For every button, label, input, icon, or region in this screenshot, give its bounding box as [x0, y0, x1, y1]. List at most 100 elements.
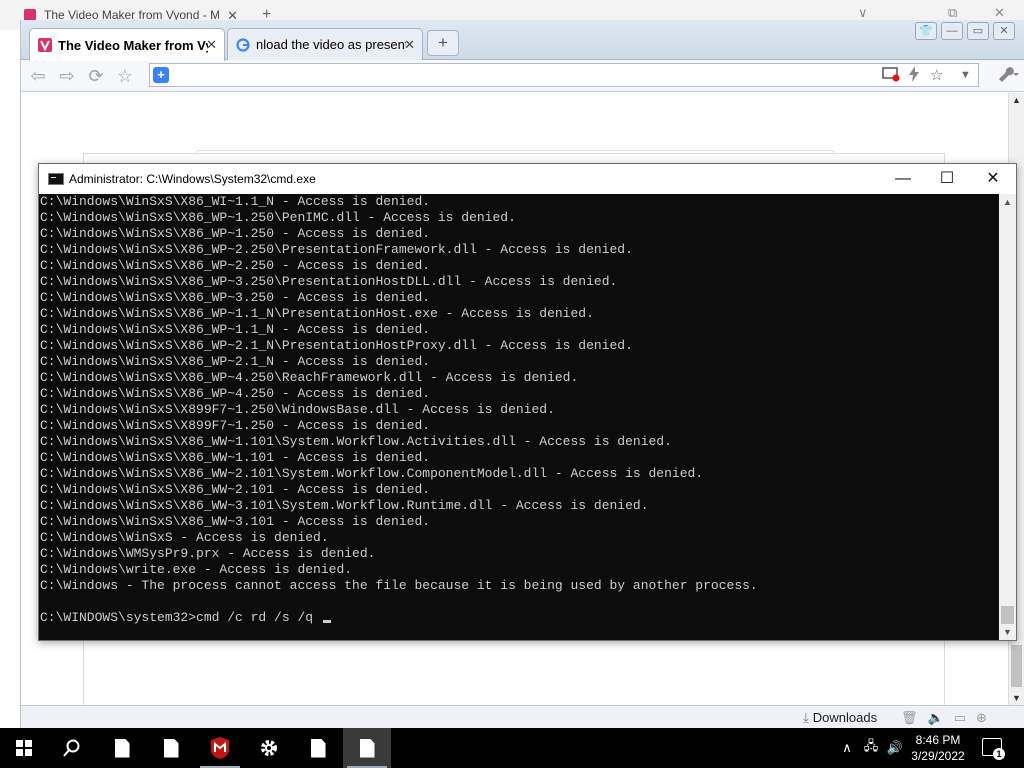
console-line: C:\Windows\WinSxS\X86_WP~3.250 - Access … [40, 290, 431, 305]
windows-logo-icon [16, 740, 32, 756]
download-icon: ⤓ [803, 710, 809, 725]
background-restore-icon[interactable]: ⧉ [948, 5, 957, 21]
taskbar-mcafee[interactable] [196, 728, 244, 768]
command-prompt-line: C:\WINDOWS\system32>cmd /c rd /s /q [40, 610, 999, 626]
scroll-up-icon[interactable]: ▲ [1012, 95, 1021, 105]
console-line: C:\Windows\WinSxS\X86_WP~4.250 - Access … [40, 386, 431, 401]
cmd-scrollbar-thumb[interactable] [1001, 606, 1014, 624]
favorite-star-icon[interactable]: ☆ [930, 66, 943, 84]
shield-icon[interactable]: + [153, 67, 169, 83]
console-line: C:\Windows\WinSxS\X86_WP~4.250\ReachFram… [40, 370, 579, 385]
tab-label: The Video Maker from Vyond - M [58, 37, 208, 53]
blocked-popup-icon[interactable] [882, 66, 900, 86]
forward-arrow-icon[interactable]: ⇨ [56, 65, 78, 87]
document-icon [359, 738, 375, 758]
document-icon [310, 738, 326, 758]
lightning-icon[interactable] [908, 66, 920, 86]
console-line: C:\Windows\WinSxS\X86_WW~3.101\System.Wo… [40, 498, 649, 513]
volume-icon[interactable]: 🔊 [884, 728, 906, 768]
cmd-maximize-button[interactable]: ☐ [929, 168, 965, 190]
notification-icon[interactable]: 1 [982, 738, 1005, 760]
network-icon[interactable]: 🖧 [860, 728, 882, 768]
document-icon [114, 738, 130, 758]
clock-date: 3/29/2022 [911, 749, 965, 763]
downloads-button[interactable]: ⤓ Downloads [803, 710, 877, 726]
background-minimize-icon[interactable]: ∨ [858, 5, 868, 21]
downloads-label: Downloads [812, 710, 878, 725]
restore-button[interactable]: ▭ [967, 22, 989, 40]
trash-icon[interactable]: 🗑 [901, 710, 928, 725]
tray-chevron-icon[interactable]: ∧ [838, 728, 856, 768]
taskbar-file-4[interactable] [343, 728, 391, 768]
console-line: C:\Windows\WinSxS\X86_WP~1.1_N - Access … [40, 322, 431, 337]
minimize-button[interactable]: — [941, 22, 963, 40]
tab-close-icon[interactable]: ✕ [206, 37, 217, 53]
tab-bar: The Video Maker from Vyond - M ✕ nload t… [21, 20, 1024, 61]
console-line: C:\Windows\WinSxS\X86_WW~3.101 - Access … [40, 514, 431, 529]
cmd-titlebar[interactable]: Administrator: C:\Windows\System32\cmd.e… [39, 164, 1016, 194]
status-icons: 🗑🔈▭⊕ [901, 710, 997, 726]
new-tab-button[interactable]: + [427, 30, 459, 56]
cmd-scroll-up-icon[interactable]: ▲ [1003, 197, 1012, 207]
volume-icon[interactable]: 🔈 [928, 710, 954, 725]
start-button[interactable] [0, 728, 48, 768]
clock[interactable]: 8:46 PM 3/29/2022 [905, 732, 971, 764]
console-line: C:\Windows\WinSxS\X86_WW~2.101\System.Wo… [40, 466, 704, 481]
address-bar[interactable]: + ☆ ▼ [149, 63, 979, 87]
console-line: C:\Windows\WinSxS\X86_WP~3.250\Presentat… [40, 274, 618, 289]
console-line: C:\Windows\WinSxS\X86_WP~2.250 - Access … [40, 258, 431, 273]
console-line: C:\Windows\WinSxS\X899F7~1.250\WindowsBa… [40, 402, 555, 417]
taskbar-file-1[interactable] [98, 728, 146, 768]
search-icon [63, 739, 80, 757]
vyond-favicon-icon [38, 38, 52, 52]
cmd-close-button[interactable]: ✕ [975, 168, 1011, 190]
console-line: C:\Windows - The process cannot access t… [40, 578, 758, 593]
console-line: C:\Windows\WinSxS - Access is denied. [40, 530, 329, 545]
console-line: C:\Windows\WinSxS\X899F7~1.250 - Access … [40, 418, 431, 433]
tab-google-search[interactable]: nload the video as presentation - Google… [227, 28, 423, 60]
window-icon[interactable]: ▭ [954, 710, 976, 725]
tab-close-icon[interactable]: ✕ [404, 37, 415, 53]
taskbar-file-3[interactable] [294, 728, 342, 768]
scroll-down-icon[interactable]: ▼ [1012, 693, 1021, 703]
dropdown-arrow-icon[interactable]: ▼ [960, 69, 971, 81]
console-line: C:\Windows\WinSxS\X86_WW~2.101 - Access … [40, 482, 431, 497]
shirt-icon[interactable]: 👕 [915, 22, 937, 40]
console-line: C:\Windows\WinSxS\X86_WP~1.250 - Access … [40, 226, 431, 241]
cmd-scroll-down-icon[interactable]: ▼ [1003, 627, 1012, 637]
console-line: C:\Windows\WinSxS\X86_WI~1.1_N - Access … [40, 194, 431, 209]
browser-window-controls: 👕 — ▭ ✕ [915, 22, 1015, 40]
close-button[interactable]: ✕ [993, 22, 1015, 40]
back-arrow-icon[interactable]: ⇦ [27, 65, 49, 87]
bookmark-star-icon[interactable]: ☆ [114, 65, 136, 87]
console-line: C:\Windows\WinSxS\X86_WP~1.250\PenIMC.dl… [40, 210, 516, 225]
search-button[interactable] [48, 728, 96, 768]
reload-icon[interactable]: ⟳ [85, 65, 107, 87]
scrollbar-thumb[interactable] [1011, 645, 1022, 687]
tab-label: nload the video as presentation - Google… [256, 37, 406, 52]
notification-count: 1 [993, 748, 1005, 760]
console-output[interactable]: C:\Windows\WinSxS\X86_WI~1.1_N - Access … [39, 194, 999, 640]
console-line: C:\Windows\WinSxS\X86_WP~1.1_N\Presentat… [40, 306, 594, 321]
taskbar-settings[interactable] [245, 728, 293, 768]
clock-time: 8:46 PM [915, 733, 961, 747]
console-line: C:\Windows\WinSxS\X86_WW~1.101 - Access … [40, 450, 431, 465]
console-line: C:\Windows\WinSxS\X86_WP~2.1_N - Access … [40, 354, 431, 369]
zoom-icon[interactable]: ⊕ [976, 710, 997, 725]
cmd-window: Administrator: C:\Windows\System32\cmd.e… [38, 163, 1017, 641]
browser-toolbar: ⇦ ⇨ ⟳ ☆ + ☆ ▼ [21, 60, 1024, 92]
console-line: C:\Windows\WMSysPr9.prx - Access is deni… [40, 546, 376, 561]
cmd-scrollbar[interactable]: ▲ ▼ [999, 194, 1016, 640]
document-icon [163, 738, 179, 758]
taskbar: ∧ 🖧 🔊 8:46 PM 3/29/2022 1 [0, 728, 1024, 768]
cmd-minimize-button[interactable]: — [885, 168, 921, 190]
background-close-icon[interactable]: ✕ [994, 5, 1005, 21]
cmd-icon [48, 173, 64, 185]
taskbar-file-2[interactable] [147, 728, 195, 768]
console-line: C:\Windows\WinSxS\X86_WW~1.101\System.Wo… [40, 434, 672, 449]
tab-vyond[interactable]: The Video Maker from Vyond - M ✕ [29, 28, 225, 61]
status-bar: ⤓ Downloads 🗑🔈▭⊕ [21, 705, 1024, 730]
wrench-icon[interactable] [997, 65, 1019, 88]
text-cursor [322, 620, 331, 623]
